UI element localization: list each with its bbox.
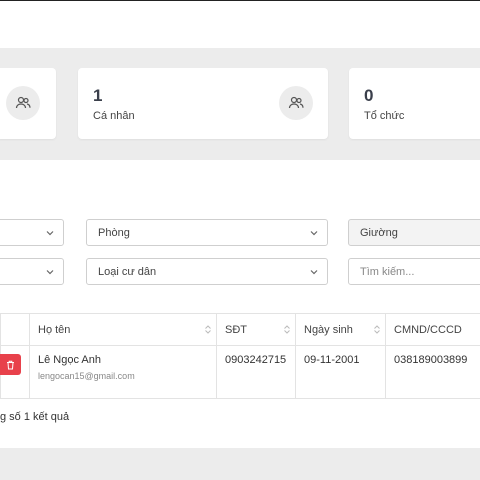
stat-card-organization: 0 Tổ chức <box>349 68 480 139</box>
result-count: g số 1 kết quả <box>0 411 70 423</box>
table-row[interactable]: Lê Ngọc Anh lengocan15@gmail.com 0903242… <box>0 345 480 399</box>
table-header-row: Họ tên SĐT Ngày sinh CMND/CCCD <box>0 313 480 346</box>
bed-select-value: Giường <box>360 227 398 239</box>
residents-table: Họ tên SĐT Ngày sinh CMND/CCCD Lê Ngọc A… <box>0 313 480 399</box>
users-icon <box>279 86 313 120</box>
filter-select-partial-2[interactable] <box>0 258 64 285</box>
chevron-down-icon <box>46 231 54 236</box>
stat-card-partial <box>0 68 56 139</box>
resident-type-select[interactable]: Loại cư dân <box>86 258 328 285</box>
residents-panel <box>0 160 480 448</box>
search-input[interactable] <box>348 258 480 285</box>
resident-name: Lê Ngọc Anh <box>38 354 101 366</box>
top-bar <box>0 0 480 48</box>
name-cell: Lê Ngọc Anh lengocan15@gmail.com <box>29 345 217 399</box>
phone-column-header[interactable]: SĐT <box>216 313 296 346</box>
individual-count: 1 <box>93 86 103 105</box>
chevron-down-icon <box>46 270 54 275</box>
id-column-header[interactable]: CMND/CCCD <box>385 313 480 346</box>
sort-icon <box>284 325 290 334</box>
users-icon <box>6 86 40 120</box>
delete-button[interactable] <box>0 354 21 375</box>
chevron-down-icon <box>310 231 318 236</box>
name-header-label: Họ tên <box>38 323 71 336</box>
name-column-header[interactable]: Họ tên <box>29 313 217 346</box>
phone-header-label: SĐT <box>225 323 247 336</box>
id-cell: 038189003899 <box>385 345 480 399</box>
individual-label: Cá nhân <box>93 110 135 122</box>
organization-label: Tổ chức <box>364 110 405 122</box>
bed-select[interactable]: Giường <box>348 219 480 246</box>
trash-icon <box>7 360 14 369</box>
dob-cell: 09-11-2001 <box>295 345 386 399</box>
dob-header-label: Ngày sinh <box>304 323 353 336</box>
room-select-value: Phòng <box>98 227 130 239</box>
resident-type-value: Loại cư dân <box>98 266 157 278</box>
resident-email: lengocan15@gmail.com <box>38 371 135 381</box>
sort-icon <box>205 325 211 334</box>
organization-count: 0 <box>364 86 374 105</box>
sort-icon <box>374 325 380 334</box>
room-select[interactable]: Phòng <box>86 219 328 246</box>
filter-select-partial-1[interactable] <box>0 219 64 246</box>
phone-cell: 0903242715 <box>216 345 296 399</box>
stat-card-individual: 1 Cá nhân <box>78 68 328 139</box>
chevron-down-icon <box>310 270 318 275</box>
actions-column-header <box>0 313 30 346</box>
dob-column-header[interactable]: Ngày sinh <box>295 313 386 346</box>
id-header-label: CMND/CCCD <box>394 323 462 336</box>
